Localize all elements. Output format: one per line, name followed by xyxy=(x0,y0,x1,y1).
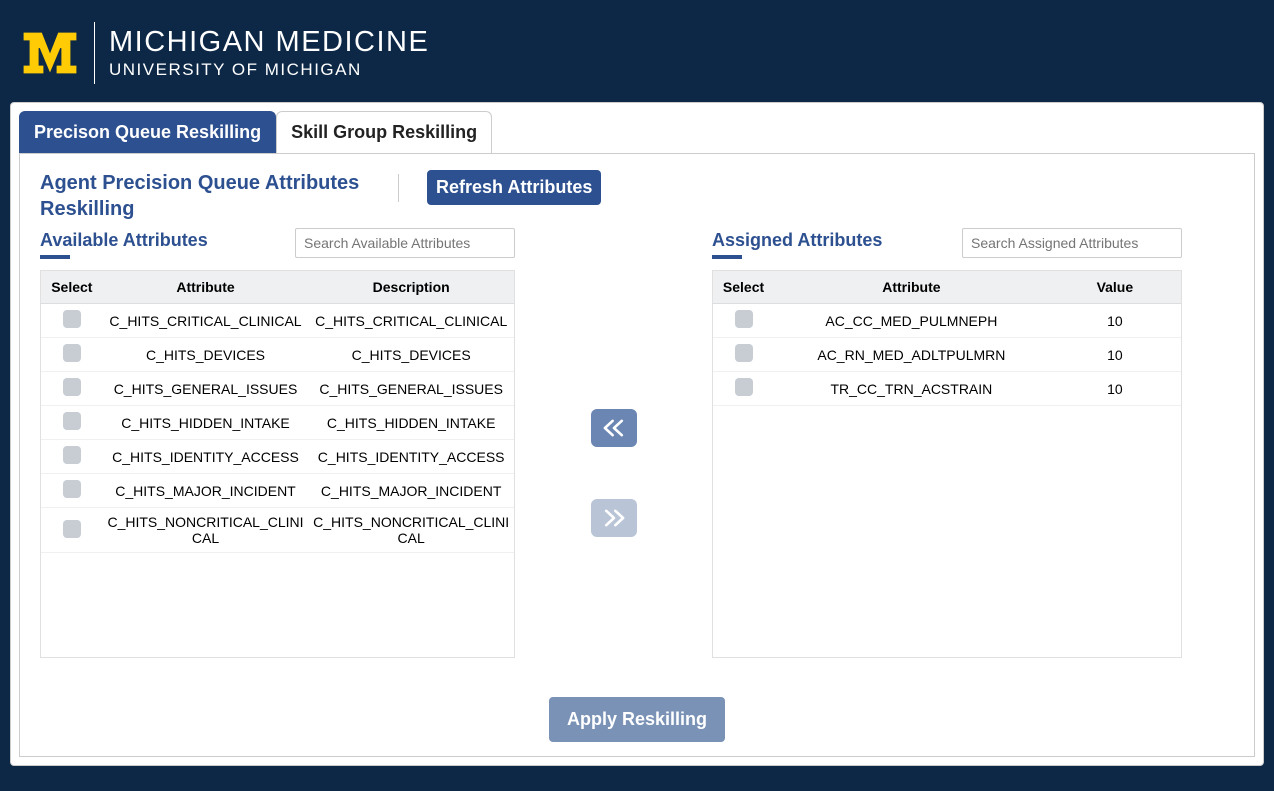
tab-bar: Precison Queue Reskilling Skill Group Re… xyxy=(19,111,1255,153)
assigned-col-value: Value xyxy=(1049,271,1181,304)
row-checkbox[interactable] xyxy=(63,412,81,430)
refresh-attributes-button[interactable]: Refresh Attributes xyxy=(427,170,601,205)
table-row: C_HITS_DEVICESC_HITS_DEVICES xyxy=(41,338,514,372)
table-row: C_HITS_GENERAL_ISSUESC_HITS_GENERAL_ISSU… xyxy=(41,372,514,406)
transfer-buttons xyxy=(521,228,706,658)
row-checkbox[interactable] xyxy=(63,344,81,362)
row-attribute: C_HITS_HIDDEN_INTAKE xyxy=(103,406,309,440)
row-attribute: AC_CC_MED_PULMNEPH xyxy=(774,304,1049,338)
logo-main-text: MICHIGAN MEDICINE xyxy=(109,28,429,57)
search-assigned-input[interactable] xyxy=(962,228,1182,258)
row-attribute: C_HITS_DEVICES xyxy=(103,338,309,372)
row-attribute: C_HITS_NONCRITICAL_CLINICAL xyxy=(103,508,309,553)
available-table-box: Select Attribute Description C_HITS_CRIT… xyxy=(40,270,515,658)
row-attribute: C_HITS_IDENTITY_ACCESS xyxy=(103,440,309,474)
assigned-pane-head: Assigned Attributes xyxy=(712,228,1182,258)
row-description: C_HITS_GENERAL_ISSUES xyxy=(308,372,514,406)
table-row: C_HITS_CRITICAL_CLINICALC_HITS_CRITICAL_… xyxy=(41,304,514,338)
available-col-description: Description xyxy=(308,271,514,304)
assigned-col-select: Select xyxy=(713,271,774,304)
assigned-col-attribute: Attribute xyxy=(774,271,1049,304)
row-attribute: C_HITS_MAJOR_INCIDENT xyxy=(103,474,309,508)
logo-text: MICHIGAN MEDICINE UNIVERSITY OF MICHIGAN xyxy=(109,28,429,78)
table-row: AC_CC_MED_PULMNEPH10 xyxy=(713,304,1181,338)
page-title: Agent Precision Queue Attributes Reskill… xyxy=(40,170,370,222)
assigned-table: Select Attribute Value AC_CC_MED_PULMNEP… xyxy=(713,271,1181,406)
move-left-button[interactable] xyxy=(591,409,637,447)
double-chevron-right-icon xyxy=(601,508,627,528)
row-checkbox[interactable] xyxy=(735,378,753,396)
row-checkbox[interactable] xyxy=(735,310,753,328)
move-right-button[interactable] xyxy=(591,499,637,537)
row-checkbox[interactable] xyxy=(735,344,753,362)
table-row: C_HITS_IDENTITY_ACCESSC_HITS_IDENTITY_AC… xyxy=(41,440,514,474)
row-checkbox[interactable] xyxy=(63,378,81,396)
row-value: 10 xyxy=(1049,338,1181,372)
panes: Available Attributes Select Attribute De… xyxy=(40,228,1234,658)
logo-divider xyxy=(94,22,95,84)
row-attribute: TR_CC_TRN_ACSTRAIN xyxy=(774,372,1049,406)
row-attribute: C_HITS_GENERAL_ISSUES xyxy=(103,372,309,406)
row-checkbox[interactable] xyxy=(63,520,81,538)
table-row: AC_RN_MED_ADLTPULMRN10 xyxy=(713,338,1181,372)
row-attribute: C_HITS_CRITICAL_CLINICAL xyxy=(103,304,309,338)
app-header: MICHIGAN MEDICINE UNIVERSITY OF MICHIGAN xyxy=(0,0,1274,102)
row-value: 10 xyxy=(1049,372,1181,406)
table-row: TR_CC_TRN_ACSTRAIN10 xyxy=(713,372,1181,406)
row-description: C_HITS_HIDDEN_INTAKE xyxy=(308,406,514,440)
available-table: Select Attribute Description C_HITS_CRIT… xyxy=(41,271,514,553)
table-row: C_HITS_HIDDEN_INTAKEC_HITS_HIDDEN_INTAKE xyxy=(41,406,514,440)
table-row: C_HITS_MAJOR_INCIDENTC_HITS_MAJOR_INCIDE… xyxy=(41,474,514,508)
row-description: C_HITS_IDENTITY_ACCESS xyxy=(308,440,514,474)
row-description: C_HITS_MAJOR_INCIDENT xyxy=(308,474,514,508)
tab-skill-group[interactable]: Skill Group Reskilling xyxy=(276,111,492,153)
page-container: Precison Queue Reskilling Skill Group Re… xyxy=(10,102,1264,766)
michigan-m-logo xyxy=(20,23,80,83)
available-title: Available Attributes xyxy=(40,230,208,257)
tab-precision-queue[interactable]: Precison Queue Reskilling xyxy=(19,111,276,153)
row-attribute: AC_RN_MED_ADLTPULMRN xyxy=(774,338,1049,372)
apply-reskilling-button[interactable]: Apply Reskilling xyxy=(549,697,725,742)
row-description: C_HITS_DEVICES xyxy=(308,338,514,372)
title-row: Agent Precision Queue Attributes Reskill… xyxy=(40,170,1234,222)
row-description: C_HITS_CRITICAL_CLINICAL xyxy=(308,304,514,338)
available-pane: Available Attributes Select Attribute De… xyxy=(40,228,515,658)
row-checkbox[interactable] xyxy=(63,480,81,498)
table-row: C_HITS_NONCRITICAL_CLINICALC_HITS_NONCRI… xyxy=(41,508,514,553)
available-col-select: Select xyxy=(41,271,103,304)
available-col-attribute: Attribute xyxy=(103,271,309,304)
search-available-input[interactable] xyxy=(295,228,515,258)
main-content: Agent Precision Queue Attributes Reskill… xyxy=(19,153,1255,757)
row-value: 10 xyxy=(1049,304,1181,338)
row-description: C_HITS_NONCRITICAL_CLINICAL xyxy=(308,508,514,553)
assigned-table-box: Select Attribute Value AC_CC_MED_PULMNEP… xyxy=(712,270,1182,658)
assigned-title: Assigned Attributes xyxy=(712,230,882,257)
row-checkbox[interactable] xyxy=(63,446,81,464)
title-divider xyxy=(398,174,399,202)
available-pane-head: Available Attributes xyxy=(40,228,515,258)
logo-sub-text: UNIVERSITY OF MICHIGAN xyxy=(109,61,429,78)
apply-row: Apply Reskilling xyxy=(20,697,1254,742)
assigned-pane: Assigned Attributes Select Attribute Val… xyxy=(712,228,1182,658)
double-chevron-left-icon xyxy=(601,418,627,438)
row-checkbox[interactable] xyxy=(63,310,81,328)
